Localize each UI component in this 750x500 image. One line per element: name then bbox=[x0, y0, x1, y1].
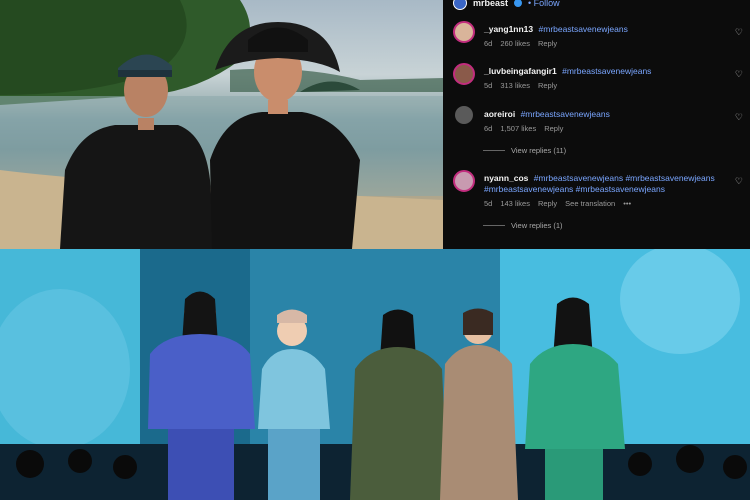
avatar[interactable] bbox=[453, 21, 475, 43]
comment-username[interactable]: _yang1nn13 bbox=[484, 24, 533, 34]
avatar[interactable] bbox=[455, 106, 473, 124]
comment-username[interactable]: nyann_cos bbox=[484, 173, 528, 183]
comment-age: 6d bbox=[484, 124, 493, 133]
verified-badge-icon bbox=[514, 0, 523, 7]
hashtag-link[interactable]: #mrbeastsavenewjeans bbox=[562, 66, 651, 76]
divider bbox=[483, 150, 505, 151]
follow-button[interactable]: • Follow bbox=[528, 0, 560, 8]
comment-username[interactable]: _luvbeingafangir1 bbox=[484, 66, 557, 76]
beach-photo-illustration bbox=[0, 0, 443, 249]
comment-likes[interactable]: 1,507 likes bbox=[500, 124, 536, 133]
concert-photo bbox=[0, 249, 750, 500]
comment-age: 5d bbox=[484, 81, 493, 90]
hashtag-link[interactable]: #mrbeastsavenewjeans bbox=[521, 109, 610, 119]
post-username[interactable]: mrbeast bbox=[473, 0, 508, 8]
comment-likes[interactable]: 143 likes bbox=[500, 199, 530, 208]
comment-likes[interactable]: 313 likes bbox=[500, 81, 530, 90]
heart-icon[interactable]: ♡ bbox=[735, 69, 743, 80]
view-replies-label[interactable]: View replies (1) bbox=[511, 221, 563, 230]
divider bbox=[483, 225, 505, 226]
ellipsis-icon[interactable]: ••• bbox=[623, 199, 631, 208]
reply-button[interactable]: Reply bbox=[538, 199, 557, 208]
comment-likes[interactable]: 260 likes bbox=[500, 39, 530, 48]
see-translation-button[interactable]: See translation bbox=[565, 199, 615, 208]
avatar[interactable] bbox=[453, 63, 475, 85]
comment-username[interactable]: aoreiroi bbox=[484, 109, 515, 119]
post-header: mrbeast • Follow bbox=[453, 0, 560, 10]
comment-age: 5d bbox=[484, 199, 493, 208]
avatar[interactable] bbox=[453, 0, 467, 10]
heart-icon[interactable]: ♡ bbox=[735, 27, 743, 38]
beach-photo bbox=[0, 0, 443, 249]
view-replies-button[interactable]: View replies (1) bbox=[483, 221, 563, 230]
comment-age: 6d bbox=[484, 39, 493, 48]
reply-button[interactable]: Reply bbox=[538, 39, 557, 48]
concert-photo-illustration bbox=[0, 249, 750, 500]
comments-panel: mrbeast • Follow _yang1nn13 #mrbeastsave… bbox=[443, 0, 750, 249]
heart-icon[interactable]: ♡ bbox=[735, 112, 743, 123]
view-replies-label[interactable]: View replies (11) bbox=[511, 146, 566, 155]
reply-button[interactable]: Reply bbox=[544, 124, 563, 133]
reply-button[interactable]: Reply bbox=[538, 81, 557, 90]
heart-icon[interactable]: ♡ bbox=[735, 176, 743, 187]
follow-label[interactable]: Follow bbox=[534, 0, 560, 8]
avatar[interactable] bbox=[453, 170, 475, 192]
view-replies-button[interactable]: View replies (11) bbox=[483, 146, 566, 155]
hashtag-link[interactable]: #mrbeastsavenewjeans bbox=[539, 24, 628, 34]
